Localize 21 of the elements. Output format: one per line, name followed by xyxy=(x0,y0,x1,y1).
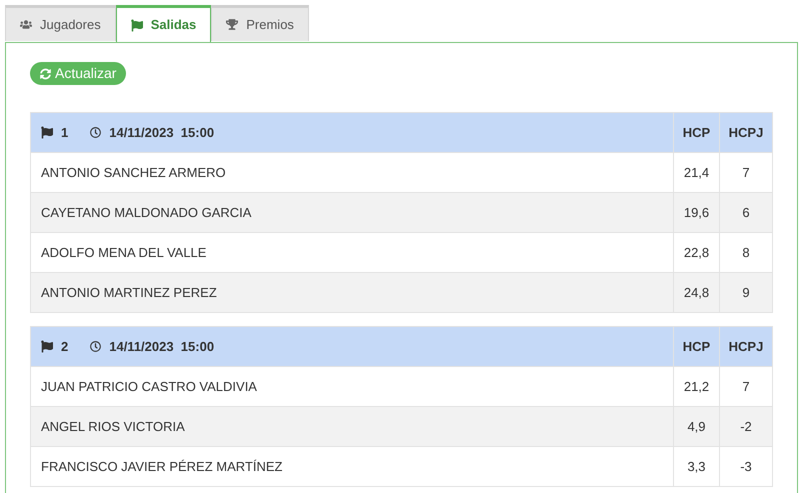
flag-icon xyxy=(41,340,53,353)
tab[interactable]: Salidas xyxy=(116,5,212,42)
hcp-cell: 3,3 xyxy=(674,446,720,486)
users-icon xyxy=(20,18,32,31)
flag-icon xyxy=(41,126,53,139)
clock-icon xyxy=(90,340,102,353)
tab[interactable]: Premios xyxy=(211,5,309,41)
hcp-cell: 24,8 xyxy=(674,272,720,312)
tab[interactable]: Jugadores xyxy=(5,5,116,41)
clock-icon xyxy=(90,126,102,139)
group-number: 2 xyxy=(61,338,68,356)
player-name: ANTONIO MARTINEZ PEREZ xyxy=(30,272,674,312)
hcpj-cell: -3 xyxy=(720,446,772,486)
tee-time: 14/11/2023 15:00 xyxy=(109,338,214,356)
flag-icon xyxy=(130,18,143,32)
player-name: FRANCISCO JAVIER PÉREZ MARTÍNEZ xyxy=(30,446,674,486)
group-number: 1 xyxy=(61,124,68,142)
trophy-icon xyxy=(226,18,238,31)
hcpj-cell: 9 xyxy=(720,272,772,312)
tee-time: 14/11/2023 15:00 xyxy=(109,124,214,142)
refresh-icon xyxy=(40,66,51,80)
